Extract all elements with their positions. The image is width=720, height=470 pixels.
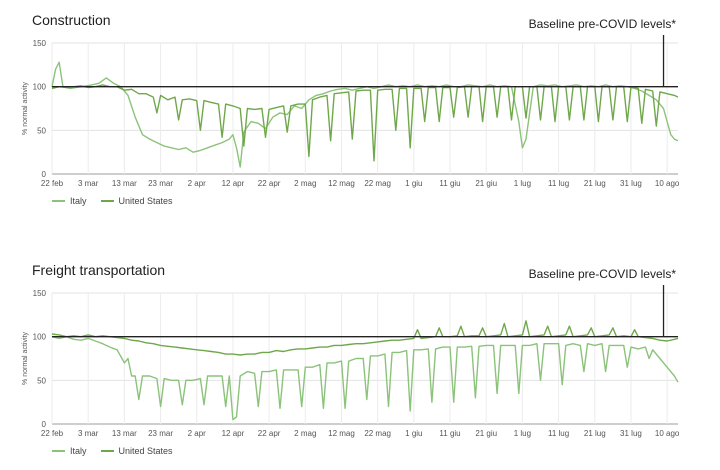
y-tick-label: 150 bbox=[33, 39, 47, 48]
y-tick-label: 100 bbox=[33, 83, 47, 92]
x-tick-label: 1 giu bbox=[405, 429, 422, 438]
x-tick-label: 31 lug bbox=[620, 179, 642, 188]
series-line-italy bbox=[51, 336, 679, 421]
series-line-united-states bbox=[51, 320, 679, 356]
legend-swatch bbox=[100, 450, 114, 452]
x-tick-label: 13 mar bbox=[112, 429, 137, 438]
freight-panel: 0 50 100 150 22 feb 3 mar 13 mar 23 mar 2 apr 12 … bbox=[0, 250, 720, 470]
legend-item-italy[interactable]: Italy bbox=[52, 196, 87, 206]
x-tick-label: 22 feb bbox=[41, 179, 64, 188]
legend-label: United States bbox=[118, 446, 173, 456]
y-tick-label: 0 bbox=[42, 420, 47, 429]
y-tick-label: 50 bbox=[37, 126, 46, 135]
y-axis-label: % normal activity bbox=[22, 332, 29, 385]
x-tick-label: 12 apr bbox=[222, 179, 245, 188]
x-tick-label: 22 feb bbox=[41, 429, 64, 438]
series-line-united-states bbox=[51, 84, 679, 162]
x-tick-label: 11 giu bbox=[439, 429, 460, 438]
x-tick-label: 12 mag bbox=[328, 179, 355, 188]
legend-item-italy[interactable]: Italy bbox=[52, 446, 87, 456]
legend-swatch bbox=[52, 200, 65, 202]
x-tick-label: 22 apr bbox=[258, 429, 281, 438]
chart-legend: Italy United States bbox=[52, 196, 173, 206]
y-tick-label: 0 bbox=[42, 170, 47, 179]
x-tick-label: 10 ago bbox=[655, 179, 680, 188]
x-tick-label: 21 lug bbox=[584, 429, 606, 438]
x-tick-label: 11 lug bbox=[548, 179, 569, 188]
x-tick-label: 13 mar bbox=[112, 179, 137, 188]
y-tick-label: 100 bbox=[33, 333, 47, 342]
x-tick-label: 1 giu bbox=[405, 179, 422, 188]
x-tick-label: 10 ago bbox=[655, 429, 680, 438]
y-tick-label: 50 bbox=[37, 376, 46, 385]
legend-swatch bbox=[52, 450, 65, 452]
x-tick-label: 3 mar bbox=[78, 429, 99, 438]
x-tick-label: 22 mag bbox=[364, 179, 391, 188]
legend-item-united-states[interactable]: United States bbox=[100, 196, 173, 206]
chart-title: Construction bbox=[32, 12, 111, 28]
x-tick-label: 2 apr bbox=[188, 429, 207, 438]
x-tick-label: 21 lug bbox=[584, 179, 606, 188]
x-tick-label: 31 lug bbox=[620, 429, 642, 438]
x-tick-label: 2 apr bbox=[188, 179, 207, 188]
baseline-label: Baseline pre-COVID levels* bbox=[528, 17, 676, 31]
legend-swatch bbox=[100, 200, 114, 202]
x-tick-label: 22 apr bbox=[258, 179, 281, 188]
x-tick-label: 11 lug bbox=[548, 429, 569, 438]
construction-panel: 0 50 100 150 22 feb 3 mar 13 mar 23 mar 2 apr 12 … bbox=[0, 0, 720, 235]
x-tick-label: 22 mag bbox=[364, 429, 391, 438]
chart-title: Freight transportation bbox=[32, 262, 166, 278]
baseline-label: Baseline pre-COVID levels* bbox=[528, 267, 676, 281]
legend-item-united-states[interactable]: United States bbox=[100, 446, 173, 456]
x-tick-label: 2 mag bbox=[294, 429, 316, 438]
freight-chart: 0 50 100 150 22 feb 3 mar 13 mar 23 mar 2 apr 12 … bbox=[22, 285, 680, 438]
x-tick-label: 21 giu bbox=[475, 429, 497, 438]
x-tick-label: 1 lug bbox=[514, 179, 531, 188]
legend-label: United States bbox=[118, 196, 173, 206]
x-tick-label: 21 giu bbox=[475, 179, 497, 188]
legend-label: Italy bbox=[70, 446, 87, 456]
x-tick-label: 1 lug bbox=[514, 429, 531, 438]
x-tick-label: 3 mar bbox=[78, 179, 99, 188]
legend-label: Italy bbox=[70, 196, 87, 206]
x-tick-label: 12 mag bbox=[328, 429, 355, 438]
x-tick-label: 23 mar bbox=[148, 179, 173, 188]
y-tick-label: 150 bbox=[33, 289, 47, 298]
x-tick-label: 23 mar bbox=[148, 429, 173, 438]
x-tick-label: 12 apr bbox=[222, 429, 245, 438]
y-axis-label: % normal activity bbox=[22, 82, 29, 135]
x-tick-label: 11 giu bbox=[439, 179, 460, 188]
chart-legend: Italy United States bbox=[52, 446, 173, 456]
x-tick-label: 2 mag bbox=[294, 179, 316, 188]
